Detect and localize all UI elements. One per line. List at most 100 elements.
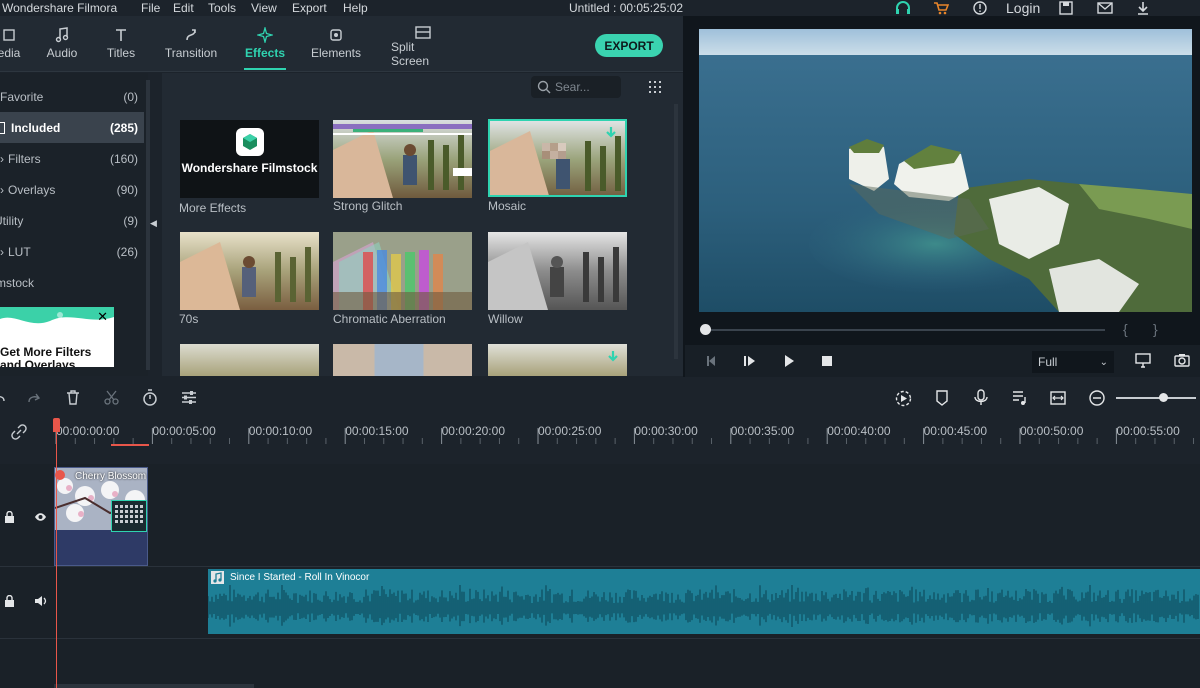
play-frame-icon[interactable] bbox=[743, 354, 757, 368]
menu-tools[interactable]: Tools bbox=[208, 1, 236, 15]
adjust-sliders-icon[interactable] bbox=[181, 390, 197, 405]
timeline-ruler[interactable]: 00:00:00:00 00:00:05:00 00:00:10:00 00:00:1… bbox=[0, 416, 1200, 464]
tab-transition[interactable]: Transition bbox=[163, 24, 219, 68]
tab-effects[interactable]: Effects bbox=[244, 24, 286, 70]
redo-icon[interactable] bbox=[27, 391, 41, 405]
undo-icon[interactable] bbox=[0, 391, 6, 405]
ruler-tick-label: 00:00:35:00 bbox=[730, 424, 795, 438]
export-button[interactable]: EXPORT bbox=[595, 34, 663, 57]
render-preview-icon[interactable] bbox=[895, 390, 912, 407]
effect-thumb-more-effects[interactable]: Wondershare Filmstock bbox=[180, 120, 319, 198]
step-back-icon[interactable] bbox=[705, 354, 719, 368]
category-utility[interactable]: Utility (9) bbox=[0, 205, 144, 236]
cart-icon[interactable] bbox=[932, 0, 950, 16]
filmstock-logo-icon bbox=[236, 128, 264, 156]
menu-export[interactable]: Export bbox=[292, 1, 327, 15]
text-icon bbox=[114, 24, 128, 46]
music-note-icon bbox=[211, 571, 224, 584]
login-link[interactable]: Login bbox=[1006, 0, 1040, 16]
promo-text: Get More Filters and Overlays bbox=[0, 345, 92, 368]
effect-thumb[interactable] bbox=[333, 344, 472, 376]
stop-icon[interactable] bbox=[821, 355, 833, 367]
effect-thumb-strong-glitch[interactable] bbox=[333, 120, 472, 198]
category-overlays[interactable]: › Overlays (90) bbox=[0, 174, 144, 205]
effect-thumb[interactable] bbox=[488, 344, 627, 376]
zoom-slider-handle[interactable] bbox=[1159, 393, 1168, 402]
zoom-slider-track[interactable] bbox=[1116, 397, 1196, 399]
cut-icon[interactable] bbox=[104, 390, 119, 405]
ruler-tick-label: 00:00:05:00 bbox=[152, 424, 216, 438]
speaker-icon[interactable] bbox=[34, 595, 47, 607]
menu-view[interactable]: View bbox=[251, 1, 277, 15]
lock-icon[interactable] bbox=[4, 595, 15, 607]
category-favorite[interactable]: Favorite (0) bbox=[0, 81, 144, 112]
display-icon[interactable] bbox=[1135, 353, 1151, 368]
download-icon[interactable] bbox=[1134, 0, 1152, 16]
save-icon[interactable] bbox=[1057, 0, 1075, 16]
grid-view-icon[interactable] bbox=[648, 80, 662, 94]
snapshot-camera-icon[interactable] bbox=[1174, 353, 1190, 367]
play-icon[interactable] bbox=[782, 354, 796, 368]
tab-split-screen-label: Split Screen bbox=[391, 40, 430, 68]
video-clip[interactable]: Cherry Blossom bbox=[54, 467, 148, 566]
search-placeholder: Sear... bbox=[555, 80, 590, 94]
collapse-arrow-icon[interactable]: ◀ bbox=[150, 218, 157, 229]
microphone-icon[interactable] bbox=[974, 389, 988, 406]
promo-banner[interactable]: ✕ Get More Filters and Overlays bbox=[0, 307, 114, 367]
effect-thumb-70s[interactable] bbox=[180, 232, 319, 310]
fit-timeline-icon[interactable] bbox=[1050, 391, 1066, 405]
voiceover-list-icon[interactable] bbox=[1012, 390, 1028, 406]
menu-help[interactable]: Help bbox=[343, 1, 368, 15]
info-icon[interactable] bbox=[971, 0, 989, 16]
scrub-track[interactable] bbox=[705, 329, 1105, 331]
category-lut[interactable]: › LUT (26) bbox=[0, 236, 144, 267]
effect-thumb-chromatic-aberration[interactable] bbox=[333, 232, 472, 310]
quality-select[interactable]: Full ⌄ bbox=[1032, 351, 1114, 373]
category-filmstock[interactable]: mstock bbox=[0, 267, 140, 298]
quality-value: Full bbox=[1038, 355, 1058, 369]
effect-thumb-willow[interactable] bbox=[488, 232, 627, 310]
marker-icon[interactable] bbox=[935, 390, 949, 406]
tab-media[interactable]: edia bbox=[0, 24, 24, 68]
search-icon bbox=[537, 80, 551, 94]
timeline-scrollbar[interactable] bbox=[54, 684, 254, 688]
mark-out-icon[interactable]: } bbox=[1153, 321, 1158, 337]
menu-edit[interactable]: Edit bbox=[173, 1, 194, 15]
tab-audio[interactable]: Audio bbox=[44, 24, 80, 68]
timeline-tracks: Cherry Blossom Since I Started - Roll In… bbox=[0, 464, 1200, 688]
mail-icon[interactable] bbox=[1096, 0, 1114, 16]
category-count: (90) bbox=[116, 182, 138, 197]
effect-label: Mosaic bbox=[488, 199, 527, 213]
category-included[interactable]: Included (285) bbox=[0, 112, 144, 143]
headset-icon[interactable] bbox=[894, 0, 912, 16]
category-list: Favorite (0) Included (285) › Filters (160) … bbox=[0, 73, 148, 376]
menu-file[interactable]: File bbox=[141, 1, 160, 15]
search-input[interactable]: Sear... bbox=[531, 76, 621, 98]
grid-scrollbar[interactable] bbox=[674, 104, 678, 359]
close-icon[interactable]: ✕ bbox=[97, 309, 108, 325]
menu-bar: Wondershare Filmora File Edit Tools View… bbox=[0, 0, 1200, 16]
app-title: Wondershare Filmora bbox=[2, 1, 118, 15]
scrub-handle[interactable] bbox=[700, 324, 711, 335]
effect-thumb-mosaic[interactable] bbox=[488, 119, 627, 197]
lock-icon[interactable] bbox=[4, 511, 15, 523]
zoom-out-icon[interactable] bbox=[1089, 390, 1105, 406]
delete-icon[interactable] bbox=[66, 390, 80, 405]
playhead-line bbox=[56, 430, 57, 688]
effect-applied-badge[interactable] bbox=[111, 500, 147, 532]
tab-titles[interactable]: Titles bbox=[104, 24, 138, 68]
tab-elements[interactable]: Elements bbox=[311, 24, 361, 68]
video-preview[interactable] bbox=[699, 29, 1192, 312]
category-label: Utility bbox=[0, 213, 24, 228]
preview-scrubber: { } bbox=[685, 316, 1200, 344]
effect-thumb[interactable] bbox=[180, 344, 319, 376]
audio-clip[interactable]: Since I Started - Roll In Vinocor bbox=[208, 569, 1200, 634]
ruler-tick-label: 00:00:00:00 bbox=[56, 424, 120, 438]
mark-in-icon[interactable]: { bbox=[1123, 321, 1128, 337]
track-divider bbox=[0, 638, 1200, 639]
category-filters[interactable]: › Filters (160) bbox=[0, 143, 144, 174]
speed-timer-icon[interactable] bbox=[142, 389, 158, 406]
category-label: Filters bbox=[8, 151, 41, 166]
tab-split-screen[interactable]: Split Screen bbox=[391, 24, 455, 68]
eye-icon[interactable] bbox=[34, 512, 47, 522]
